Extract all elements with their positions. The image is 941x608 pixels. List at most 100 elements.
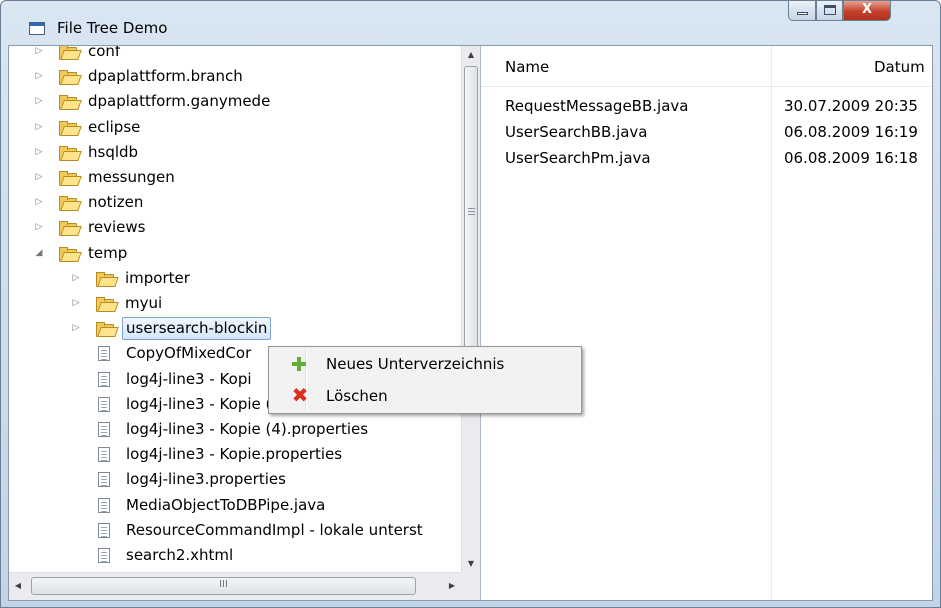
tree-node-label: search2.xhtml: [126, 546, 234, 564]
file-name-cell: RequestMessageBB.java: [505, 97, 689, 115]
title-bar[interactable]: File Tree Demo X: [1, 1, 940, 45]
scroll-down-arrow-icon[interactable]: ▼: [462, 555, 480, 572]
scroll-grip-icon: III: [219, 579, 228, 590]
tree-folder-node[interactable]: ▷ dpaplattform.branch: [9, 64, 461, 89]
scroll-up-arrow-icon[interactable]: ▲: [462, 46, 480, 63]
tree-node-label: reviews: [88, 218, 146, 237]
column-header-name[interactable]: Name: [505, 54, 549, 80]
expand-arrow-icon[interactable]: ▷: [33, 165, 45, 190]
tree-node-label: myui: [125, 294, 163, 312]
scroll-grip-icon: [468, 208, 475, 209]
maximize-button[interactable]: [816, 1, 843, 21]
folder-icon: [59, 246, 82, 262]
table-row[interactable]: UserSearchPm.java 06.08.2009 16:18: [481, 145, 932, 171]
file-icon: [98, 548, 110, 563]
expand-arrow-icon[interactable]: ▷: [33, 89, 45, 114]
tree-folder-node[interactable]: ▷ messungen: [9, 165, 461, 190]
file-icon: [98, 522, 110, 538]
tree-folder-node[interactable]: ▷ dpaplattform.ganymede: [9, 89, 461, 114]
file-name-cell: UserSearchBB.java: [505, 123, 648, 141]
file-icon: [98, 422, 110, 437]
tree-node-label: conf: [88, 46, 121, 60]
scroll-right-arrow-icon[interactable]: ▶: [443, 573, 461, 599]
tree-node-label: temp: [88, 243, 128, 262]
menu-item-delete[interactable]: ✖ Löschen: [271, 381, 579, 411]
folder-icon: [96, 322, 119, 338]
expand-arrow-icon[interactable]: ▷: [33, 190, 45, 215]
file-date-cell: 30.07.2009 20:35: [784, 97, 918, 115]
tree-horizontal-scrollbar[interactable]: ◀ III ▶: [9, 572, 461, 600]
tree-node-label: usersearch-blockin: [122, 317, 272, 341]
tree-folder-node[interactable]: ▷ myui: [9, 291, 461, 316]
expand-arrow-icon[interactable]: ▷: [33, 115, 45, 140]
menu-item-new-subdirectory[interactable]: Neues Unterverzeichnis: [271, 349, 579, 379]
expand-arrow-icon[interactable]: ▷: [33, 64, 45, 89]
tree-file-node[interactable]: ResourceCommandImpl - lokale unterst: [9, 518, 461, 543]
tree-vertical-scrollbar[interactable]: ▲ ▼: [461, 46, 480, 572]
file-icon: [98, 472, 110, 488]
tree-node-label: hsqldb: [88, 142, 139, 161]
table-row[interactable]: RequestMessageBB.java 30.07.2009 20:35: [481, 93, 932, 119]
folder-icon: [59, 145, 82, 161]
tree-file-node[interactable]: search2.xhtml: [9, 543, 461, 568]
expand-arrow-icon[interactable]: ▷: [33, 215, 45, 240]
folder-icon: [59, 46, 82, 60]
tree-folder-node[interactable]: ▷ reviews: [9, 215, 461, 240]
expand-arrow-icon[interactable]: ▷: [70, 291, 82, 316]
folder-icon: [59, 95, 82, 111]
tree-folder-node[interactable]: ▷ notizen: [9, 190, 461, 215]
expand-arrow-icon[interactable]: ▷: [70, 316, 82, 341]
folder-icon: [59, 70, 82, 86]
file-icon: [98, 346, 110, 362]
app-window-icon: [29, 22, 45, 35]
file-tree: ▷ conf ▷ dpaplattform.branch ▷ dpaplattform.g…: [9, 46, 461, 572]
folder-icon: [59, 171, 82, 186]
vertical-scroll-thumb[interactable]: [464, 66, 478, 366]
file-icon: [98, 447, 110, 463]
scroll-left-arrow-icon[interactable]: ◀: [9, 573, 27, 599]
folder-icon: [96, 297, 119, 312]
menu-item-label: Neues Unterverzeichnis: [326, 355, 505, 373]
tree-folder-node[interactable]: ▷ usersearch-blockin: [9, 316, 461, 341]
tree-file-node[interactable]: log4j-line3 - Kopie (4).properties: [9, 417, 461, 442]
expand-arrow-icon[interactable]: ▷: [70, 266, 82, 291]
minimize-button[interactable]: [788, 1, 816, 21]
tree-file-node[interactable]: MediaObjectToDBPipe.java: [9, 493, 461, 518]
folder-icon: [59, 120, 82, 136]
file-date-cell: 06.08.2009 16:19: [784, 123, 918, 141]
tree-node-label: log4j-line3 - Kopie.properties: [126, 445, 343, 464]
tree-node-label: MediaObjectToDBPipe.java: [126, 495, 326, 514]
delete-x-icon: ✖: [291, 383, 309, 407]
tree-folder-node[interactable]: ◢ temp: [9, 241, 461, 266]
expand-arrow-icon[interactable]: ▷: [33, 46, 45, 64]
window-title: File Tree Demo: [57, 19, 168, 37]
file-icon: [98, 497, 110, 513]
tree-folder-node[interactable]: ▷ conf: [9, 46, 461, 64]
table-row[interactable]: UserSearchBB.java 06.08.2009 16:19: [481, 119, 932, 145]
folder-icon: [96, 271, 119, 287]
column-header-date[interactable]: Datum: [874, 54, 925, 80]
tree-node-label: CopyOfMixedCor: [126, 344, 252, 363]
tree-node-label: eclipse: [88, 117, 141, 136]
tree-file-node[interactable]: log4j-line3.properties: [9, 467, 461, 492]
close-button[interactable]: X: [843, 1, 891, 21]
tree-node-label: ResourceCommandImpl - lokale unterst: [126, 520, 423, 539]
tree-folder-node[interactable]: ▷ eclipse: [9, 115, 461, 140]
tree-node-label: log4j-line3.properties: [126, 470, 286, 489]
tree-node-label: dpaplattform.ganymede: [88, 92, 271, 111]
horizontal-scroll-thumb[interactable]: III: [31, 577, 416, 595]
file-name-cell: UserSearchPm.java: [505, 149, 651, 167]
plus-icon: [292, 357, 306, 371]
expand-arrow-icon[interactable]: ▷: [33, 140, 45, 165]
close-icon: X: [861, 2, 873, 17]
collapse-arrow-icon[interactable]: ◢: [33, 241, 45, 266]
table-header: Name Datum: [481, 46, 932, 87]
maximize-icon: [824, 5, 836, 15]
context-menu: Neues Unterverzeichnis ✖ Löschen: [268, 346, 582, 414]
file-icon: [98, 371, 110, 387]
tree-file-node[interactable]: log4j-line3 - Kopie.properties: [9, 442, 461, 467]
tree-folder-node[interactable]: ▷ importer: [9, 266, 461, 291]
tree-folder-node[interactable]: ▷ hsqldb: [9, 140, 461, 165]
tree-node-label: notizen: [88, 193, 144, 212]
app-window: File Tree Demo X ▷ conf ▷ dpaplattform.bran…: [0, 0, 941, 608]
